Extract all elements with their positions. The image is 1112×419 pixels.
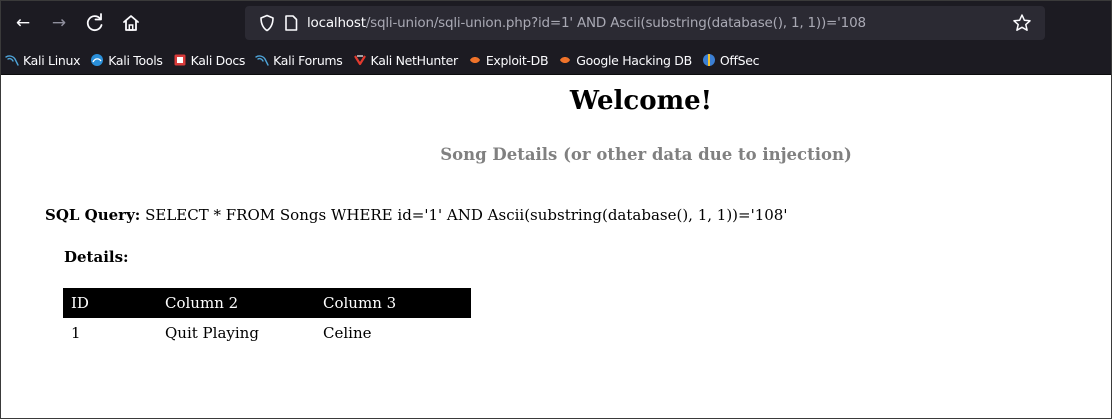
sql-query-line: SQL Query: SELECT * FROM Songs WHERE id=… [45, 206, 787, 224]
kali-docs-icon [174, 54, 186, 66]
kali-dragon-icon [5, 55, 19, 66]
exploit-db-icon [469, 57, 480, 63]
table-row: 1 Quit Playing Celine [63, 318, 471, 348]
nethunter-icon [353, 55, 366, 66]
home-icon[interactable] [117, 9, 145, 37]
home-icon-graphic [123, 15, 139, 31]
bookmark-label: Kali Tools [108, 52, 163, 68]
forward-arrow-icon[interactable]: → [45, 9, 73, 37]
table-header-row: ID Column 2 Column 3 [63, 288, 471, 318]
url-host: localhost [307, 15, 366, 31]
bookmark-kali-nethunter[interactable]: Kali NetHunter [353, 53, 458, 68]
bookmark-label: Kali Linux [23, 52, 81, 68]
column-header-3: Column 3 [315, 288, 471, 318]
url-bar[interactable]: localhost/sqli-union/sqli-union.php?id=1… [245, 6, 1045, 40]
back-arrow-icon[interactable]: ← [9, 9, 37, 37]
column-header-id: ID [63, 288, 157, 318]
url-text[interactable]: localhost/sqli-union/sqli-union.php?id=1… [307, 6, 866, 40]
sql-query-text: SELECT * FROM Songs WHERE id='1' AND Asc… [145, 206, 788, 224]
page-content: Welcome! Song Details (or other data due… [1, 76, 1111, 418]
kali-tools-icon [91, 54, 104, 66]
table-cell-song: Quit Playing [165, 324, 259, 342]
offsec-icon [702, 54, 715, 66]
bookmark-google-hacking-db[interactable]: Google Hacking DB [558, 53, 692, 68]
page-heading: Welcome! [569, 86, 713, 116]
bookmark-star-icon[interactable] [1011, 12, 1033, 34]
bookmark-label: Exploit-DB [485, 52, 549, 68]
table-cell-id: 1 [71, 324, 81, 342]
ghdb-icon [560, 57, 571, 63]
bookmark-label: Google Hacking DB [576, 52, 692, 68]
page-subtitle: Song Details (or other data due to injec… [440, 145, 852, 164]
kali-dragon-icon [255, 55, 269, 66]
reload-icon[interactable] [81, 9, 109, 37]
sql-query-label: SQL Query: [45, 206, 141, 224]
results-table: ID Column 2 Column 3 1 Quit Playing Celi… [63, 288, 471, 348]
reload-icon-graphic [86, 13, 103, 32]
bookmark-label: Kali Docs [190, 52, 246, 68]
bookmark-label: OffSec [719, 52, 760, 68]
bookmark-offsec[interactable]: OffSec [702, 52, 760, 68]
bookmark-kali-docs[interactable]: Kali Docs [173, 52, 246, 68]
page-info-icon[interactable] [281, 13, 301, 33]
bookmark-kali-forums[interactable]: Kali Forums [255, 52, 343, 68]
bookmark-label: Kali Forums [273, 52, 343, 68]
column-header-2: Column 2 [157, 288, 315, 318]
browser-window: ← → localhost/sqli-union/sqli-union.php?… [0, 0, 1112, 419]
table-cell-artist: Celine [323, 324, 372, 342]
bookmark-kali-linux[interactable]: Kali Linux [5, 52, 81, 68]
bookmark-exploit-db[interactable]: Exploit-DB [468, 52, 549, 68]
tracking-shield-icon[interactable] [257, 13, 277, 33]
bookmarks-toolbar: Kali Linux Kali Tools Kali Docs Kali For… [1, 46, 1111, 75]
bookmark-label: Kali NetHunter [370, 52, 459, 68]
bookmark-kali-tools[interactable]: Kali Tools [90, 52, 163, 68]
details-label: Details: [64, 248, 129, 266]
url-path: /sqli-union/sqli-union.php?id=1' AND Asc… [365, 15, 866, 31]
browser-toolbar: ← → localhost/sqli-union/sqli-union.php?… [1, 1, 1111, 46]
